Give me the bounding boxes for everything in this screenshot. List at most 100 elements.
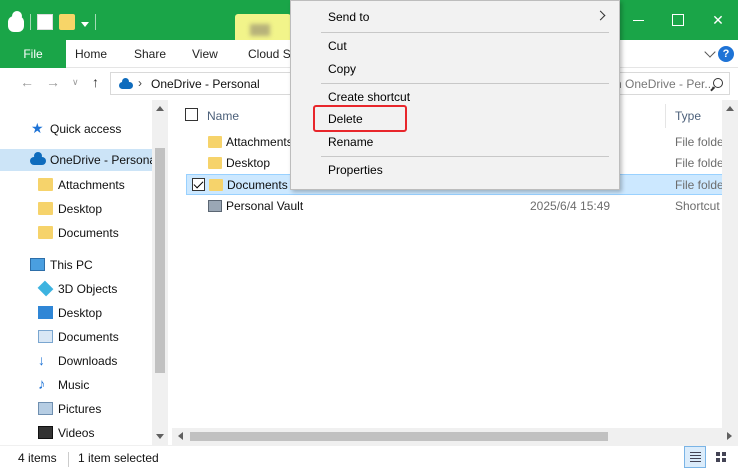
up-arrow-icon[interactable]: ↑: [92, 74, 99, 90]
nav-item-this-pc[interactable]: This PC: [0, 254, 152, 276]
expand-ribbon-chevron-icon[interactable]: [704, 46, 716, 58]
nav-label: Downloads: [58, 354, 118, 368]
menu-separator: [321, 83, 609, 84]
nav-item-desktop[interactable]: Desktop: [0, 198, 152, 220]
help-icon[interactable]: ?: [718, 46, 734, 62]
scroll-up-icon[interactable]: [156, 106, 164, 111]
window-controls: ✕: [618, 0, 738, 40]
row-name: Attachments: [226, 135, 293, 149]
nav-label: Attachments: [58, 178, 125, 192]
pictures-icon: [38, 402, 53, 415]
nav-item-documents[interactable]: Documents: [0, 222, 152, 244]
menu-item-copy[interactable]: Copy: [292, 58, 618, 80]
menu-item-send-to[interactable]: Send to: [292, 6, 618, 28]
blurred-title: [250, 24, 270, 36]
nav-item-onedrive[interactable]: OneDrive - Personal: [0, 149, 152, 171]
nav-item-pc-documents[interactable]: Documents: [0, 326, 152, 348]
nav-label: Documents: [58, 330, 119, 344]
table-row[interactable]: Personal Vault 2025/6/4 15:49 Shortcut: [186, 196, 730, 217]
toolbar-divider: [30, 14, 31, 30]
minimize-button[interactable]: [618, 0, 658, 40]
horizontal-scroll-thumb[interactable]: [190, 432, 608, 441]
search-placeholder: ch OneDrive - Per...: [609, 77, 715, 91]
breadcrumb-onedrive[interactable]: OneDrive - Personal: [151, 77, 260, 91]
menu-item-rename[interactable]: Rename: [292, 131, 618, 153]
menu-item-cut[interactable]: Cut: [292, 35, 618, 57]
scroll-right-icon[interactable]: [727, 432, 732, 440]
row-date: 2025/6/4 15:49: [530, 199, 611, 213]
nav-label: Quick access: [50, 122, 122, 136]
large-icons-view-icon[interactable]: [710, 446, 732, 468]
3d-objects-icon: [37, 280, 54, 297]
row-type: File folder: [675, 178, 728, 192]
status-divider: [68, 452, 69, 467]
scroll-left-icon[interactable]: [178, 432, 183, 440]
nav-item-3d-objects[interactable]: 3D Objects: [0, 278, 152, 300]
file-list-horizontal-scrollbar[interactable]: [172, 428, 738, 445]
row-name: Desktop: [226, 156, 271, 170]
context-menu: Send to Cut Copy Create shortcut Delete …: [290, 0, 620, 190]
desktop-icon: [38, 306, 53, 319]
search-icon[interactable]: [713, 78, 723, 88]
close-icon: ✕: [712, 11, 724, 28]
customize-toolbar-chevron-icon[interactable]: [81, 21, 89, 27]
star-icon: ★: [31, 120, 44, 136]
tab-cloud-storage[interactable]: Cloud St: [248, 40, 294, 68]
column-header-type[interactable]: Type: [675, 106, 701, 126]
onedrive-icon: [119, 78, 133, 89]
menu-item-properties[interactable]: Properties: [292, 159, 618, 181]
search-input[interactable]: ch OneDrive - Per...: [602, 72, 730, 95]
nav-item-videos[interactable]: Videos: [0, 422, 152, 444]
nav-item-music[interactable]: ♪ Music: [0, 374, 152, 396]
row-type: File folder: [675, 135, 728, 149]
nav-label: Desktop: [58, 306, 103, 320]
menu-separator: [321, 156, 609, 157]
nav-item-attachments[interactable]: Attachments: [0, 174, 152, 196]
delete-highlight-box: [313, 105, 407, 132]
nav-label: 3D Objects: [58, 282, 118, 296]
maximize-button[interactable]: [658, 0, 698, 40]
recent-locations-chevron-icon[interactable]: ∨: [72, 77, 79, 88]
nav-label: Desktop: [58, 202, 103, 216]
nav-item-pictures[interactable]: Pictures: [0, 398, 152, 420]
new-folder-icon[interactable]: [59, 14, 75, 30]
vault-icon: [208, 200, 222, 212]
nav-item-quick-access[interactable]: ★ Quick access: [0, 118, 152, 140]
nav-label: OneDrive - Personal: [50, 153, 152, 167]
nav-item-downloads[interactable]: ↓ Downloads: [0, 350, 152, 372]
file-list-vertical-scrollbar[interactable]: [722, 100, 738, 428]
folder-icon: [38, 178, 53, 191]
close-button[interactable]: ✕: [698, 0, 738, 40]
properties-icon[interactable]: [37, 14, 53, 30]
documents-icon: [38, 330, 53, 343]
column-divider[interactable]: [665, 104, 666, 128]
scroll-up-icon[interactable]: [726, 106, 734, 111]
back-arrow-icon[interactable]: ←: [20, 74, 34, 90]
scroll-down-icon[interactable]: [156, 434, 164, 439]
menu-separator: [321, 32, 609, 33]
select-all-checkbox[interactable]: [185, 108, 198, 121]
videos-icon: [38, 426, 53, 439]
music-note-icon: ♪: [38, 376, 46, 393]
folder-icon: [38, 226, 53, 239]
column-header-name[interactable]: Name: [207, 106, 239, 126]
folder-icon: [38, 202, 53, 215]
computer-icon: [30, 258, 45, 271]
folder-icon: [209, 179, 223, 191]
tab-view[interactable]: View: [192, 40, 218, 68]
toolbar-divider: [95, 14, 96, 30]
nav-scroll-thumb[interactable]: [155, 148, 165, 373]
folder-icon: [208, 136, 222, 148]
nav-scrollbar[interactable]: [152, 100, 168, 445]
nav-item-pc-desktop[interactable]: Desktop: [0, 302, 152, 324]
row-checkbox[interactable]: [192, 178, 205, 191]
tab-file[interactable]: File: [0, 40, 66, 68]
tab-share[interactable]: Share: [134, 40, 166, 68]
row-type: Shortcut: [675, 199, 720, 213]
tab-home[interactable]: Home: [75, 40, 107, 68]
breadcrumb-chevron-icon[interactable]: ›: [138, 76, 142, 90]
forward-arrow-icon[interactable]: →: [46, 74, 60, 90]
details-view-icon[interactable]: [684, 446, 706, 468]
row-name: Documents: [227, 178, 288, 192]
folder-icon: [208, 157, 222, 169]
